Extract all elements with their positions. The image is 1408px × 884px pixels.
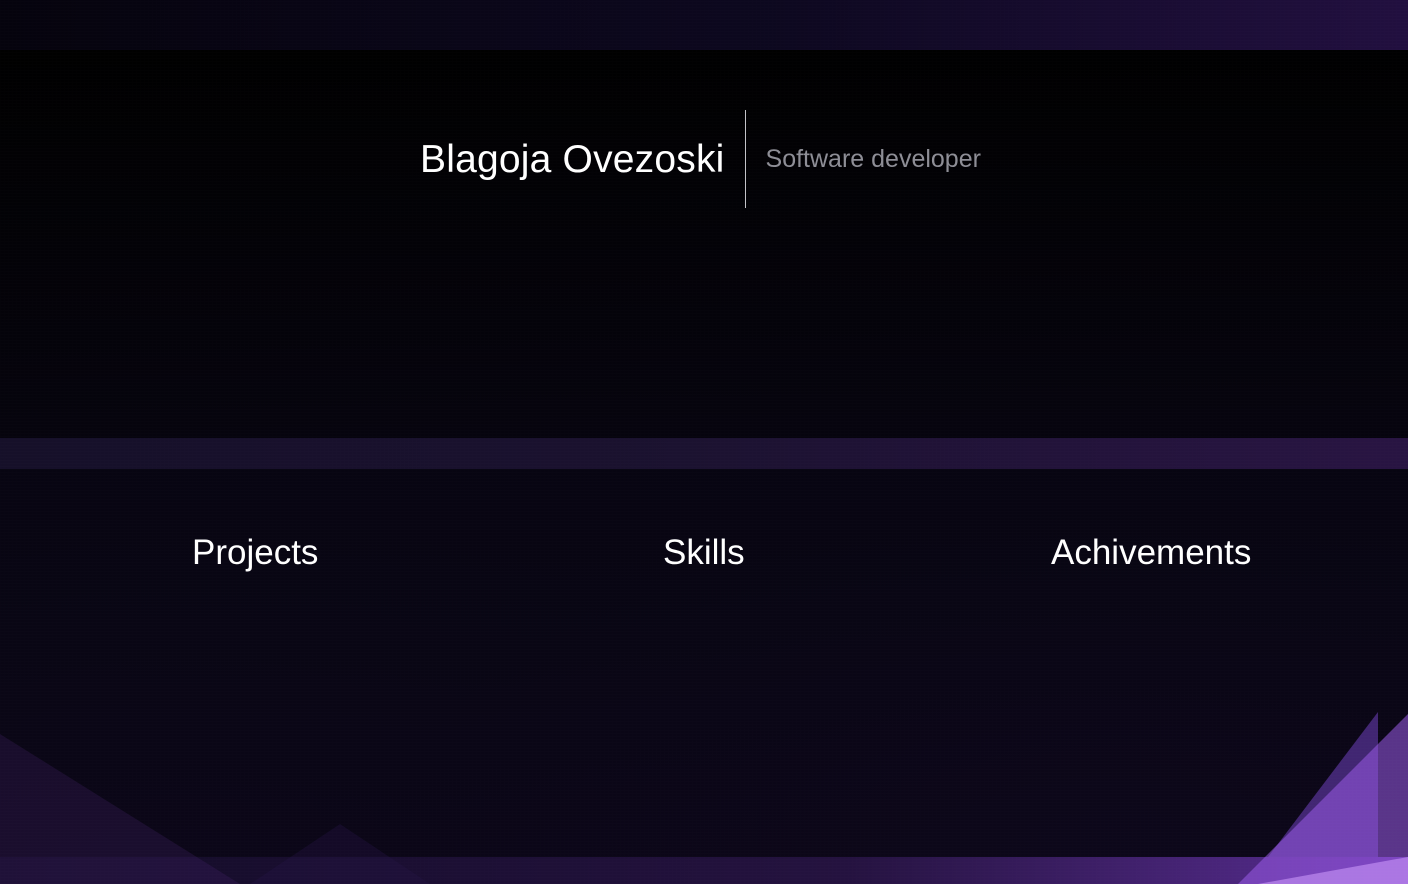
nav-skills-link[interactable]: Skills [663, 535, 745, 570]
section-divider-band [0, 438, 1408, 469]
header-panel [0, 50, 1408, 438]
nav-achievements-link[interactable]: Achivements [1051, 535, 1251, 570]
top-strip [0, 0, 1408, 50]
profile-name: Blagoja Ovezoski [420, 137, 725, 181]
navigation-panel [0, 469, 1408, 857]
nav-projects-link[interactable]: Projects [192, 535, 318, 570]
header-divider [744, 110, 746, 208]
portfolio-page: Blagoja Ovezoski Software developer Proj… [0, 0, 1408, 884]
profile-role: Software developer [765, 144, 981, 173]
profile-header: Blagoja Ovezoski Software developer [420, 110, 981, 208]
main-navigation: Projects Skills Achivements [0, 535, 1408, 585]
bottom-strip [0, 857, 1408, 884]
